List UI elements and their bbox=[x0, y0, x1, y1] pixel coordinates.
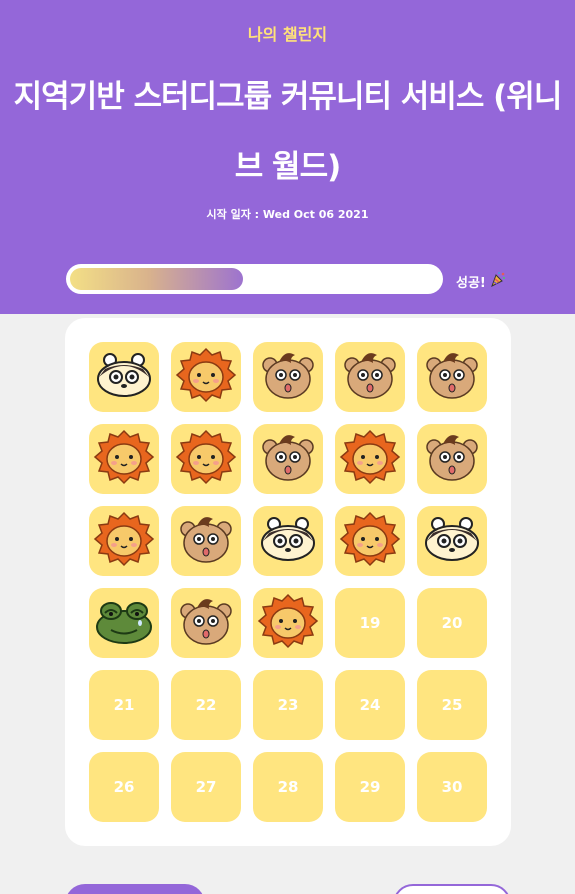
challenge-title: 지역기반 스터디그룹 커뮤니티 서비스 (위니브 월드) bbox=[13, 79, 563, 185]
hamster-icon bbox=[257, 511, 319, 571]
bear-icon bbox=[175, 593, 237, 653]
lion-icon bbox=[175, 347, 237, 407]
day-cell[interactable]: 26 bbox=[89, 752, 159, 822]
frog-icon bbox=[93, 593, 155, 653]
stamp-cell[interactable] bbox=[171, 588, 241, 658]
hamster-icon bbox=[93, 347, 155, 407]
lion-icon bbox=[339, 511, 401, 571]
day-cell[interactable]: 29 bbox=[335, 752, 405, 822]
day-cell[interactable]: 27 bbox=[171, 752, 241, 822]
lion-icon bbox=[93, 429, 155, 489]
day-cell[interactable]: 30 bbox=[417, 752, 487, 822]
success-text: 성공! bbox=[456, 275, 486, 291]
day-cell[interactable]: 21 bbox=[89, 670, 159, 740]
stamp-board: 19 20 21 22 23 24 25 26 27 28 29 30 bbox=[65, 318, 511, 846]
progress-fill bbox=[70, 268, 243, 290]
stamp-cell[interactable] bbox=[89, 342, 159, 412]
hamster-icon bbox=[421, 511, 483, 571]
stamp-cell[interactable] bbox=[89, 506, 159, 576]
secondary-action-button[interactable] bbox=[393, 884, 511, 894]
lion-icon bbox=[93, 511, 155, 571]
day-cell[interactable]: 20 bbox=[417, 588, 487, 658]
day-cell[interactable]: 25 bbox=[417, 670, 487, 740]
bear-icon bbox=[339, 347, 401, 407]
stamp-cell[interactable] bbox=[335, 424, 405, 494]
bear-icon bbox=[257, 347, 319, 407]
bear-icon bbox=[421, 347, 483, 407]
stamp-cell[interactable] bbox=[417, 424, 487, 494]
stamp-cell[interactable] bbox=[253, 342, 323, 412]
stamp-cell[interactable] bbox=[89, 588, 159, 658]
stamp-cell[interactable] bbox=[253, 506, 323, 576]
lion-icon bbox=[175, 429, 237, 489]
stamp-cell[interactable] bbox=[253, 424, 323, 494]
stamp-cell[interactable] bbox=[89, 424, 159, 494]
stamp-cell[interactable] bbox=[417, 342, 487, 412]
lion-icon bbox=[339, 429, 401, 489]
success-label: 성공! bbox=[456, 271, 506, 291]
stamp-cell[interactable] bbox=[335, 506, 405, 576]
day-cell[interactable]: 28 bbox=[253, 752, 323, 822]
lion-icon bbox=[257, 593, 319, 653]
start-date: 시작 일자 : Wed Oct 06 2021 bbox=[206, 208, 369, 221]
party-popper-icon bbox=[490, 271, 506, 291]
bear-icon bbox=[421, 429, 483, 489]
primary-action-button[interactable] bbox=[65, 884, 205, 894]
stamp-cell[interactable] bbox=[253, 588, 323, 658]
day-cell[interactable]: 22 bbox=[171, 670, 241, 740]
stamp-cell[interactable] bbox=[171, 424, 241, 494]
stamp-cell[interactable] bbox=[417, 506, 487, 576]
stamp-cell[interactable] bbox=[171, 342, 241, 412]
day-cell[interactable]: 19 bbox=[335, 588, 405, 658]
day-cell[interactable]: 24 bbox=[335, 670, 405, 740]
page-subtitle: 나의 챌린지 bbox=[247, 25, 328, 44]
stamp-cell[interactable] bbox=[171, 506, 241, 576]
bear-icon bbox=[257, 429, 319, 489]
bear-icon bbox=[175, 511, 237, 571]
challenge-header: 나의 챌린지 지역기반 스터디그룹 커뮤니티 서비스 (위니브 월드) 시작 일… bbox=[0, 0, 575, 314]
stamp-cell[interactable] bbox=[335, 342, 405, 412]
progress-bar bbox=[66, 264, 443, 294]
day-cell[interactable]: 23 bbox=[253, 670, 323, 740]
